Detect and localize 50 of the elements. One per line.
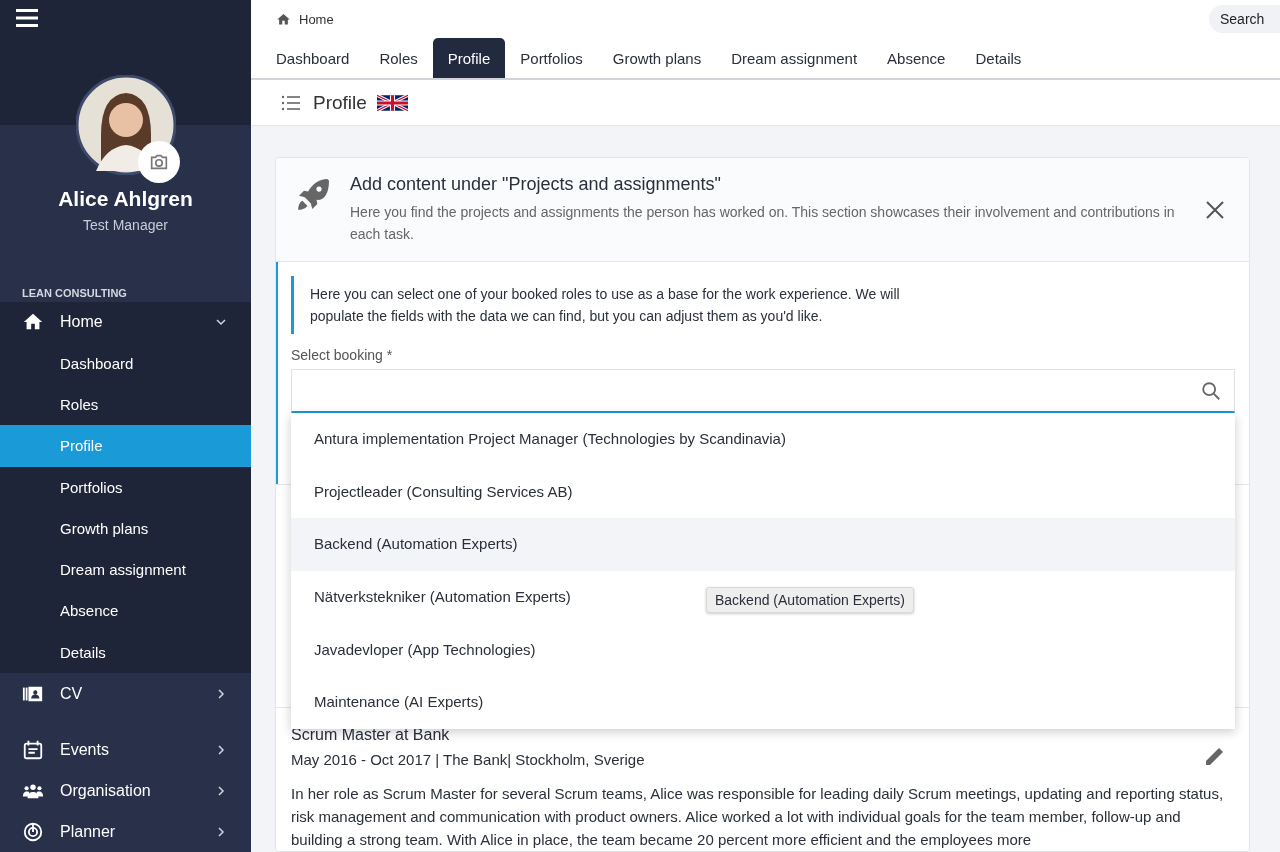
nav-item[interactable]: Planner	[0, 811, 251, 852]
tooltip: Backend (Automation Experts)	[706, 587, 914, 613]
tab[interactable]: Dream assignment	[716, 38, 873, 78]
experience-description: In her role as Scrum Master for several Scrum teams, Alice was responsible for leading daily Scrum meetings, updating and reporting status, risk management and communication with product owners. Alice worked a lot with individual goals for the team member, follow-up and building a strong team. With Alice in place, the team became 20 percent more efficient and the employees more	[291, 784, 1225, 850]
tab[interactable]: Details	[960, 38, 1037, 78]
chevron-right-icon	[215, 743, 227, 756]
search-field[interactable]: Search	[1209, 5, 1280, 33]
tab[interactable]: Absence	[872, 38, 961, 78]
tab[interactable]: Growth plans	[597, 38, 717, 78]
dropdown-option[interactable]: Backend (Automation Experts)	[291, 518, 1235, 572]
dropdown-option[interactable]: Maintenance (AI Experts)	[291, 676, 496, 730]
calendar-icon	[22, 738, 44, 761]
nav-subitem[interactable]: Dream assignment	[0, 549, 251, 591]
nav-subitem[interactable]: Roles	[0, 383, 251, 426]
dropdown-option[interactable]: Projectleader (Consulting Services AB)	[291, 465, 585, 519]
field-label: Select booking *	[291, 347, 394, 363]
banner-title: Add content under "Projects and assignments"	[350, 174, 722, 195]
tab[interactable]: Dashboard	[261, 38, 365, 78]
section-label: LEAN CONSULTING	[22, 286, 127, 299]
nav-subitem[interactable]: Absence	[0, 590, 251, 632]
user-name: Alice Ahlgren	[58, 186, 193, 211]
menu-icon[interactable]	[16, 9, 38, 27]
target-icon	[22, 820, 44, 843]
chevron-right-icon	[215, 687, 227, 700]
tab[interactable]: Portfolios	[505, 38, 598, 78]
search-icon	[1200, 379, 1222, 402]
nav-item[interactable]: Organisation	[0, 770, 251, 811]
dropdown-option[interactable]: Antura implementation Project Manager (Technologies by Scandinavia)	[291, 413, 798, 466]
page-title: Profile	[313, 91, 367, 114]
banner-text: Here you find the projects and assignments the person has worked on. This section showcases their involvement and contributions in each task.	[350, 203, 1176, 244]
user-role: Test Manager	[83, 216, 168, 233]
dropdown-option[interactable]: Nätverkstekniker (Automation Experts)	[291, 571, 583, 624]
home-icon	[276, 11, 291, 27]
uk-flag-icon[interactable]	[376, 91, 408, 114]
nav-item[interactable]: CV	[0, 673, 251, 714]
nav-subitem[interactable]: Portfolios	[0, 466, 251, 508]
breadcrumb[interactable]: Home	[276, 11, 334, 27]
nav-subitem[interactable]: Details	[0, 631, 251, 673]
tab[interactable]: Roles	[364, 38, 433, 78]
tab[interactable]: Profile	[432, 38, 506, 78]
dropdown-option[interactable]: Javadevloper (App Technologies)	[291, 623, 548, 677]
chevron-right-icon	[215, 825, 227, 838]
info-text: Here you can select one of your booked roles to use as a base for the work experience. We will populate the fields with the data we can find, but you can adjust them as you'd like.	[291, 276, 951, 334]
nav-item[interactable]: Events	[0, 729, 251, 770]
experience-meta: May 2016 - Oct 2017 | The Bank| Stockholm, Sverige	[291, 751, 645, 768]
nav-subitem[interactable]: Growth plans	[0, 507, 251, 550]
close-icon[interactable]	[1205, 200, 1225, 220]
chevron-right-icon	[215, 784, 227, 797]
nav-subitem[interactable]: Dashboard	[0, 342, 251, 384]
nav-item[interactable]: Home	[0, 301, 251, 343]
